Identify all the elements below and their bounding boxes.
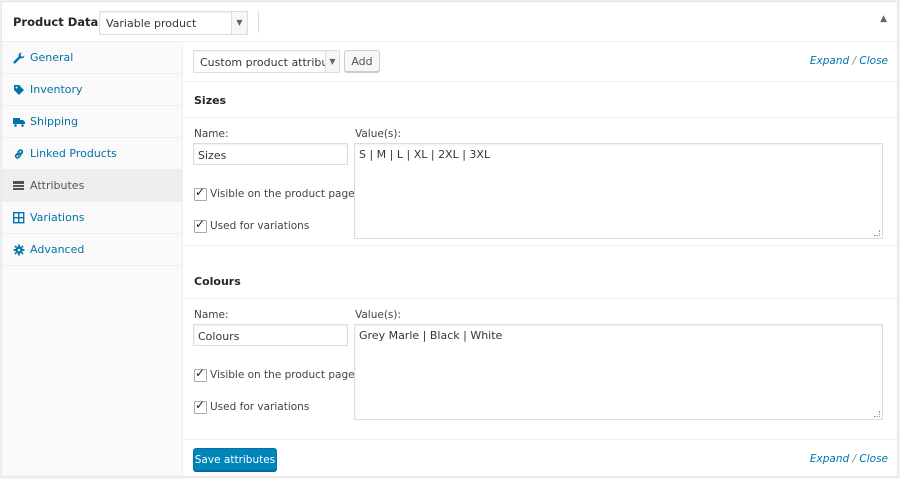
tab-label: Shipping [30, 115, 78, 128]
tab-label: Advanced [30, 243, 85, 256]
tab-shipping[interactable]: Shipping [2, 106, 182, 138]
attribute-header-colours[interactable]: Colours [184, 263, 897, 299]
checkmark-icon: ✓ [195, 217, 206, 231]
close-link[interactable]: Close [859, 453, 888, 465]
attribute-body-sizes: Name: Sizes Value(s): S | M | L | XL | 2… [184, 118, 897, 246]
collapse-arrow-icon[interactable]: ▲ [880, 14, 887, 24]
variations-checkbox[interactable]: ✓ [194, 217, 207, 233]
list-icon [13, 181, 24, 190]
variations-checkbox[interactable]: ✓ [194, 398, 207, 414]
checkmark-icon: ✓ [195, 366, 206, 380]
attribute-name-input[interactable]: Sizes [193, 143, 348, 165]
attribute-values-text: Grey Marle | Black | White [359, 329, 503, 342]
header-divider [258, 11, 259, 33]
tab-label: Variations [30, 211, 85, 224]
gear-icon [13, 244, 25, 256]
link-icon [14, 149, 24, 159]
tab-attributes[interactable]: Attributes [2, 170, 182, 202]
link-separator: / [852, 55, 857, 67]
expand-link[interactable]: Expand [810, 55, 849, 67]
values-label: Value(s): [355, 309, 402, 321]
expand-close-links: Expand / Close [810, 453, 888, 465]
truck-icon [13, 118, 25, 127]
tab-advanced[interactable]: Advanced [2, 234, 182, 266]
attribute-values-text: S | M | L | XL | 2XL | 3XL [359, 148, 491, 161]
grid-icon [13, 212, 25, 224]
attribute-title: Colours [194, 275, 241, 288]
expand-close-links: Expand / Close [810, 55, 888, 67]
visible-label: Visible on the product page [210, 369, 355, 381]
expand-link[interactable]: Expand [810, 453, 849, 465]
variations-label: Used for variations [210, 220, 310, 232]
product-type-select[interactable]: Variable product ▼ [99, 11, 248, 35]
tab-inventory[interactable]: Inventory [2, 74, 182, 106]
attribute-header-sizes[interactable]: Sizes [184, 82, 897, 118]
attribute-name-input[interactable]: Colours [193, 324, 348, 346]
tab-variations[interactable]: Variations [2, 202, 182, 234]
product-data-panel: Product Data — Variable product ▼ ▲ Gene… [1, 1, 898, 477]
chevron-down-icon: ▼ [231, 12, 247, 34]
name-label: Name: [194, 128, 229, 140]
tab-label: Attributes [30, 179, 85, 192]
visible-checkbox[interactable]: ✓ [194, 366, 207, 382]
tab-linked-products[interactable]: Linked Products [2, 138, 182, 170]
checkmark-icon: ✓ [195, 398, 206, 412]
name-label: Name: [194, 309, 229, 321]
attribute-values-textarea[interactable]: Grey Marle | Black | White [354, 324, 883, 420]
attributes-toolbar: Custom product attribute ▼ Add Expand / … [184, 42, 897, 82]
resize-handle-icon[interactable] [874, 411, 880, 417]
add-attribute-button[interactable]: Add [344, 50, 380, 72]
tab-label: General [30, 51, 74, 64]
visible-checkbox[interactable]: ✓ [194, 185, 207, 201]
attribute-values-textarea[interactable]: S | M | L | XL | 2XL | 3XL [354, 143, 883, 239]
attribute-type-value: Custom product attribute [200, 56, 340, 69]
chevron-down-icon: ▼ [325, 51, 339, 72]
tag-icon [14, 85, 24, 95]
attributes-footer: Save attributes Expand / Close [184, 440, 897, 476]
link-separator: / [852, 453, 857, 465]
attributes-panel: Custom product attribute ▼ Add Expand / … [184, 42, 897, 476]
wrench-icon [13, 52, 25, 64]
product-type-value: Variable product [106, 17, 197, 30]
attribute-body-colours: Name: Colours Value(s): Grey Marle | Bla… [184, 299, 897, 440]
visible-label: Visible on the product page [210, 188, 355, 200]
tab-label: Linked Products [30, 147, 117, 160]
attribute-title: Sizes [194, 94, 227, 107]
values-label: Value(s): [355, 128, 402, 140]
checkmark-icon: ✓ [195, 185, 206, 199]
panel-header: Product Data — Variable product ▼ ▲ [2, 2, 897, 42]
save-attributes-button[interactable]: Save attributes [193, 448, 277, 471]
attribute-type-select[interactable]: Custom product attribute ▼ [193, 50, 340, 73]
resize-handle-icon[interactable] [874, 230, 880, 236]
variations-label: Used for variations [210, 401, 310, 413]
tab-label: Inventory [30, 83, 83, 96]
product-data-tabs: General Inventory Shipping Linked Produc… [2, 42, 183, 476]
close-link[interactable]: Close [859, 55, 888, 67]
tab-general[interactable]: General [2, 42, 182, 74]
